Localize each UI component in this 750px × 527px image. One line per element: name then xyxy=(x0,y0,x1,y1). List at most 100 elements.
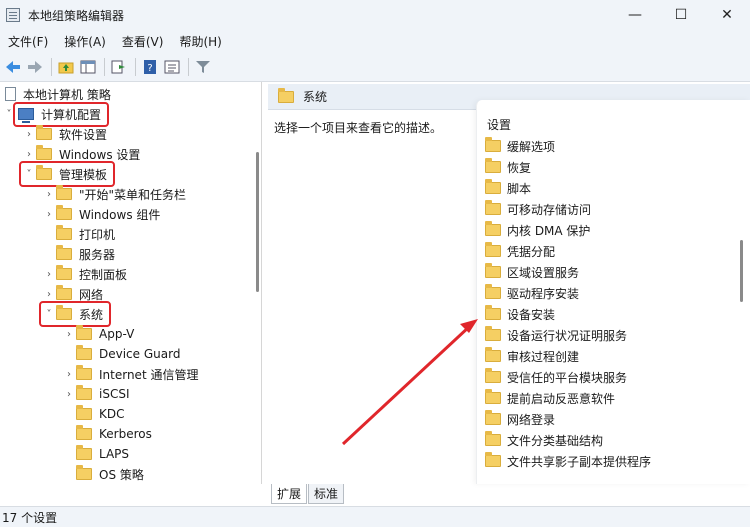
details-title: 系统 xyxy=(303,90,328,104)
highlight-box: ˅ 管理模板 xyxy=(18,161,116,187)
tree-item-app-v[interactable]: › App-V xyxy=(62,324,136,344)
tree-item-start-menu[interactable]: › "开始"菜单和任务栏 xyxy=(42,184,188,204)
tree-item-internet-comm[interactable]: › Internet 通信管理 xyxy=(62,364,200,384)
settings-item[interactable]: 驱动程序安装 xyxy=(485,283,579,303)
settings-item-label: 受信任的平台模块服务 xyxy=(507,370,628,385)
folder-open-icon xyxy=(56,305,72,320)
settings-item[interactable]: 区域设置服务 xyxy=(485,262,579,282)
tree-label: 打印机 xyxy=(79,227,116,242)
settings-list[interactable]: 设置 缓解选项 恢复 脚本 可移动存储访问 内核 DMA 保护 凭据分配 区域设… xyxy=(476,100,750,484)
tree-label: 网络 xyxy=(79,287,104,302)
chevron-down-icon[interactable]: ˅ xyxy=(22,164,36,184)
back-arrow-icon[interactable] xyxy=(3,57,23,77)
minimize-button[interactable]: — xyxy=(612,0,658,30)
tab-extended[interactable]: 扩展 xyxy=(271,484,308,504)
settings-item[interactable]: 恢复 xyxy=(485,157,531,177)
tree-item-os-policy[interactable]: OS 策略 xyxy=(62,464,146,484)
settings-column-header[interactable]: 设置 xyxy=(487,116,511,133)
settings-item[interactable]: 脚本 xyxy=(485,178,531,198)
chevron-right-icon[interactable]: › xyxy=(22,144,36,164)
chevron-right-icon[interactable]: › xyxy=(42,204,56,224)
tree-item-server[interactable]: 服务器 xyxy=(42,244,117,264)
properties-icon[interactable] xyxy=(162,57,182,77)
chevron-right-icon[interactable]: › xyxy=(22,124,36,144)
folder-icon xyxy=(485,410,501,425)
settings-item[interactable]: 网络登录 xyxy=(485,409,555,429)
tree-item-iscsi[interactable]: › iSCSI xyxy=(62,384,132,404)
folder-icon xyxy=(76,445,92,460)
navigation-tree[interactable]: 本地计算机 策略 ˅ 计算机配置 › 软件设置 › Windows 设置 ˅ 管… xyxy=(0,82,262,484)
tree-item-windows-components[interactable]: › Windows 组件 xyxy=(42,204,162,224)
settings-item[interactable]: 内核 DMA 保护 xyxy=(485,220,590,240)
folder-icon xyxy=(56,185,72,200)
tree-item-windows-settings[interactable]: › Windows 设置 xyxy=(22,144,142,164)
settings-item[interactable]: 凭据分配 xyxy=(485,241,555,261)
tree-item-admin-templates[interactable]: ˅ 管理模板 xyxy=(18,161,116,187)
folder-icon xyxy=(76,325,92,340)
chevron-down-icon[interactable]: ˅ xyxy=(42,304,56,324)
chevron-right-icon[interactable]: › xyxy=(62,384,76,404)
settings-item[interactable]: 文件共享影子副本提供程序 xyxy=(485,451,651,471)
show-hide-tree-icon[interactable] xyxy=(78,57,98,77)
tree-item-kerberos[interactable]: Kerberos xyxy=(62,424,154,444)
menu-action[interactable]: 操作(A) xyxy=(56,33,114,50)
maximize-button[interactable]: ☐ xyxy=(658,0,704,30)
tree-label: Windows 设置 xyxy=(59,147,141,162)
folder-icon xyxy=(56,285,72,300)
window-controls: — ☐ ✕ xyxy=(612,0,750,30)
tree-label: LAPS xyxy=(99,447,130,461)
settings-item[interactable]: 可移动存储访问 xyxy=(485,199,591,219)
tree-item-laps[interactable]: LAPS xyxy=(62,444,131,464)
tree-label: Windows 组件 xyxy=(79,207,161,222)
policy-editor-icon xyxy=(6,8,20,22)
folder-icon xyxy=(36,145,52,160)
settings-scrollbar[interactable] xyxy=(740,240,743,302)
chevron-right-icon[interactable]: › xyxy=(42,184,56,204)
tree-label: 计算机配置 xyxy=(41,107,102,122)
tree-item-kdc[interactable]: KDC xyxy=(62,404,127,424)
folder-icon xyxy=(485,263,501,278)
tree-label: Device Guard xyxy=(99,347,181,361)
settings-item[interactable]: 审核过程创建 xyxy=(485,346,579,366)
close-button[interactable]: ✕ xyxy=(704,0,750,30)
chevron-right-icon[interactable]: › xyxy=(62,364,76,384)
menu-view[interactable]: 查看(V) xyxy=(114,33,172,50)
tree-item-control-panel[interactable]: › 控制面板 xyxy=(42,264,129,284)
export-list-icon[interactable] xyxy=(109,57,129,77)
menu-file[interactable]: 文件(F) xyxy=(0,33,56,50)
chevron-right-icon[interactable]: › xyxy=(62,324,76,344)
chevron-down-icon[interactable]: ˅ xyxy=(2,104,16,124)
tree-scrollbar[interactable] xyxy=(256,152,259,292)
tree-root[interactable]: 本地计算机 策略 xyxy=(2,84,113,104)
up-folder-icon[interactable] xyxy=(56,57,76,77)
help-icon[interactable]: ? xyxy=(140,57,160,77)
settings-item[interactable]: 设备运行状况证明服务 xyxy=(485,325,627,345)
settings-item-label: 脚本 xyxy=(507,181,532,196)
menu-help[interactable]: 帮助(H) xyxy=(171,33,229,50)
tree-item-system[interactable]: ˅ 系统 xyxy=(38,301,112,327)
filter-icon[interactable] xyxy=(193,57,213,77)
folder-icon xyxy=(485,326,501,341)
settings-item[interactable]: 提前启动反恶意软件 xyxy=(485,388,615,408)
tree-item-computer-config[interactable]: ˅ 计算机配置 xyxy=(2,101,110,127)
tree-item-device-guard[interactable]: Device Guard xyxy=(62,344,182,364)
tree-item-network[interactable]: › 网络 xyxy=(42,284,105,304)
settings-item[interactable]: 缓解选项 xyxy=(485,136,555,156)
settings-item[interactable]: 受信任的平台模块服务 xyxy=(485,367,627,387)
folder-icon xyxy=(485,368,501,383)
chevron-right-icon[interactable]: › xyxy=(42,284,56,304)
tree-label: 软件设置 xyxy=(59,127,108,142)
settings-item[interactable]: 文件分类基础结构 xyxy=(485,430,603,450)
menu-bar: 文件(F) 操作(A) 查看(V) 帮助(H) xyxy=(0,30,750,52)
settings-item[interactable]: 设备安装 xyxy=(485,304,555,324)
chevron-right-icon[interactable]: › xyxy=(42,264,56,284)
tab-standard[interactable]: 标准 xyxy=(308,484,345,504)
tree-item-software-settings[interactable]: › 软件设置 xyxy=(22,124,109,144)
folder-icon xyxy=(485,305,501,320)
forward-arrow-icon[interactable] xyxy=(25,57,45,77)
settings-item-label: 设备运行状况证明服务 xyxy=(507,328,628,343)
settings-item-label: 恢复 xyxy=(507,160,532,175)
folder-icon xyxy=(56,265,72,280)
folder-icon xyxy=(485,389,501,404)
tree-item-printers[interactable]: 打印机 xyxy=(42,224,117,244)
